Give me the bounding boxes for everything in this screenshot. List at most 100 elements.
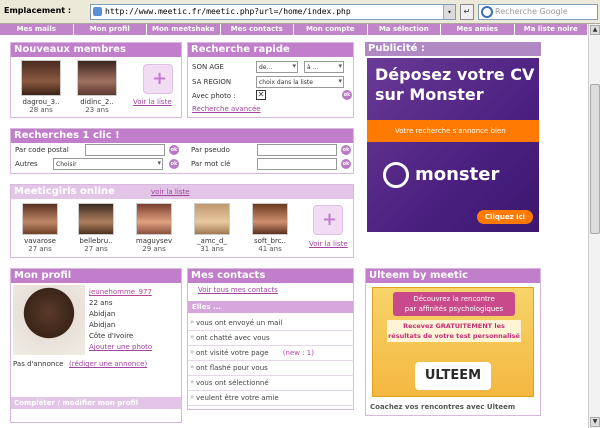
member-age: 31 ans bbox=[200, 245, 224, 253]
member-name: vavarose bbox=[24, 237, 56, 245]
quick-search-panel: Recherche rapide SON AGE de... à ... SA … bbox=[187, 42, 354, 118]
member-photo[interactable] bbox=[78, 203, 114, 235]
nav-contacts[interactable]: Mes contacts bbox=[221, 24, 294, 35]
ulteem-line-2: par affinités psychologiques bbox=[404, 305, 504, 313]
photo-checkbox[interactable]: ✕ bbox=[256, 90, 266, 100]
see-list-link[interactable]: Voir la liste bbox=[133, 98, 172, 106]
ulteem-line-4: résultats de votre test personnalisé bbox=[388, 332, 520, 340]
member-photo[interactable] bbox=[136, 203, 172, 235]
see-all-contacts-link[interactable]: Voir tous mes contacts bbox=[198, 286, 278, 294]
contact-row-label: ont chatté avec vous bbox=[196, 334, 270, 342]
ulteem-panel: Ulteem by meetic Découvrez la rencontre … bbox=[365, 268, 541, 416]
nav-meetshake[interactable]: Mon meetshake bbox=[147, 24, 221, 35]
contact-row[interactable]: veulent être votre amie bbox=[188, 391, 354, 406]
ulteem-ad-offer: Recevez GRATUITEMENT les résultats de vo… bbox=[387, 320, 521, 342]
contact-row[interactable]: ont flashé pour vous bbox=[188, 361, 354, 376]
see-list-link[interactable]: Voir la liste bbox=[309, 240, 348, 248]
member-age: 41 ans bbox=[258, 245, 282, 253]
member-card[interactable]: bellebru.. 27 ans bbox=[73, 203, 119, 253]
member-photo[interactable] bbox=[194, 203, 230, 235]
pseudo-input[interactable] bbox=[257, 144, 337, 156]
profile-age: 22 ans bbox=[89, 299, 113, 307]
ulteem-logo: ULTEEM bbox=[415, 362, 491, 390]
complete-profile-link[interactable]: Compléter / modifier mon profil bbox=[11, 397, 181, 409]
contact-row-label: vous ont sélectionné bbox=[196, 379, 269, 387]
age-to-select[interactable]: à ... bbox=[304, 61, 344, 73]
member-age: 27 ans bbox=[84, 245, 108, 253]
ad-cta-button[interactable]: Cliquez ici bbox=[477, 210, 533, 224]
scroll-up-icon[interactable]: ▲ bbox=[590, 25, 600, 35]
url-input[interactable]: http://www.meetic.fr/meetic.php?url=/hom… bbox=[90, 4, 456, 20]
contacts-panel: Mes contacts Voir tous mes contacts Elle… bbox=[187, 268, 354, 410]
vertical-scrollbar[interactable]: ▲ ▼ bbox=[588, 24, 600, 428]
google-search-input[interactable]: Recherche Google bbox=[478, 4, 598, 20]
ulteem-ad-banner[interactable]: Découvrez la rencontre par affinités psy… bbox=[372, 287, 534, 397]
member-age: 23 ans bbox=[85, 106, 109, 114]
nav-selection[interactable]: Ma sélection bbox=[368, 24, 441, 35]
profile-username[interactable]: jeunehomme_977 bbox=[89, 288, 152, 296]
member-card[interactable]: _amc_d_ 31 ans bbox=[189, 203, 235, 253]
region-select[interactable]: choix dans la liste bbox=[256, 76, 344, 88]
photo-label: Avec photo : bbox=[192, 92, 236, 100]
add-photo-link[interactable]: Ajouter une photo bbox=[89, 343, 152, 351]
others-select[interactable]: Choisir bbox=[53, 158, 163, 170]
others-ok-button[interactable]: ok bbox=[169, 159, 179, 169]
nav-compte[interactable]: Mon compte bbox=[294, 24, 368, 35]
ad-panel: Publicité : Déposez votre CV sur Monster… bbox=[365, 42, 541, 232]
nav-amies[interactable]: Mes amies bbox=[441, 24, 515, 35]
ad-tagline: Votre recherche s'annonce bien bbox=[367, 120, 539, 142]
keyword-label: Par mot clé bbox=[191, 160, 231, 168]
scroll-down-icon[interactable]: ▼ bbox=[590, 417, 600, 427]
nav-profil[interactable]: Mon profil bbox=[74, 24, 147, 35]
postal-input[interactable] bbox=[85, 144, 165, 156]
add-more-icon[interactable] bbox=[143, 64, 173, 94]
others-label: Autres bbox=[15, 160, 38, 168]
postal-ok-button[interactable]: ok bbox=[169, 145, 179, 155]
monster-ad-banner[interactable]: Déposez votre CV sur Monster Votre reche… bbox=[367, 58, 539, 232]
profile-photo[interactable] bbox=[13, 285, 85, 355]
ulteem-ad-pitch: Découvrez la rencontre par affinités psy… bbox=[393, 292, 515, 316]
member-photo[interactable] bbox=[21, 60, 61, 96]
keyword-ok-button[interactable]: ok bbox=[341, 159, 351, 169]
quick-search-ok-button[interactable]: ok bbox=[342, 90, 352, 100]
member-age: 29 ans bbox=[142, 245, 166, 253]
scroll-thumb[interactable] bbox=[590, 84, 600, 234]
write-ad-link[interactable]: (rédiger une annonce) bbox=[69, 360, 147, 368]
member-name: _amc_d_ bbox=[197, 237, 227, 245]
member-photo[interactable] bbox=[252, 203, 288, 235]
chevron-down-icon[interactable]: ▾ bbox=[443, 5, 455, 19]
contact-row[interactable]: vous ont envoyé un mail bbox=[188, 316, 354, 331]
age-from-select[interactable]: de... bbox=[256, 61, 298, 73]
member-name: didinc_2.. bbox=[80, 98, 114, 106]
main-nav: Mes mails Mon profil Mon meetshake Mes c… bbox=[0, 24, 588, 35]
new-members-panel: Nouveaux membres dagrou_3.. 28 ans didin… bbox=[10, 42, 182, 118]
ad-title: Publicité : bbox=[365, 42, 541, 56]
contact-row[interactable]: vous ont sélectionné bbox=[188, 376, 354, 391]
profile-title: Mon profil bbox=[11, 269, 181, 283]
member-name: dagrou_3.. bbox=[22, 98, 60, 106]
new-members-title: Nouveaux membres bbox=[11, 43, 181, 57]
member-photo[interactable] bbox=[22, 203, 58, 235]
see-list-top-link[interactable]: voir la liste bbox=[151, 188, 190, 196]
pseudo-ok-button[interactable]: ok bbox=[341, 145, 351, 155]
contact-row[interactable]: ont visité votre page (new : 1) bbox=[188, 346, 354, 361]
member-photo[interactable] bbox=[77, 60, 117, 96]
add-more-icon[interactable] bbox=[313, 205, 343, 235]
member-card[interactable]: didinc_2.. 23 ans bbox=[73, 60, 121, 114]
contact-row[interactable]: ont chatté avec vous bbox=[188, 331, 354, 346]
go-button[interactable]: ↵ bbox=[460, 4, 474, 20]
nav-mails[interactable]: Mes mails bbox=[0, 24, 74, 35]
advanced-search-link[interactable]: Recherche avancée bbox=[192, 105, 261, 113]
keyword-input[interactable] bbox=[257, 158, 337, 170]
member-card[interactable]: dagrou_3.. 28 ans bbox=[17, 60, 65, 114]
profile-panel: Mon profil jeunehomme_977 22 ans Abidjan… bbox=[10, 268, 182, 423]
nav-liste-noire[interactable]: Ma liste noire bbox=[515, 24, 588, 35]
member-card[interactable]: maguysev 29 ans bbox=[131, 203, 177, 253]
meeticgirls-panel: Meeticgirls online voir la liste vavaros… bbox=[10, 184, 354, 258]
member-name: bellebru.. bbox=[79, 237, 113, 245]
ad-status: Pas d'annonce bbox=[13, 360, 64, 368]
member-card[interactable]: soft_brc.. 41 ans bbox=[247, 203, 293, 253]
member-card[interactable]: vavarose 27 ans bbox=[17, 203, 63, 253]
member-name: soft_brc.. bbox=[254, 237, 286, 245]
profile-city: Abidjan bbox=[89, 310, 116, 318]
